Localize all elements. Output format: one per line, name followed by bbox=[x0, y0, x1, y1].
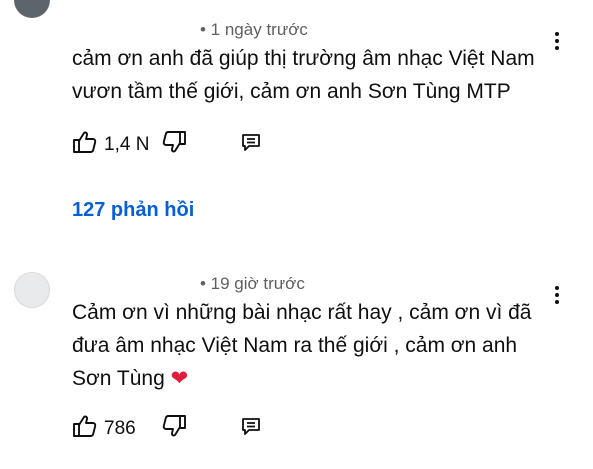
dislike-button[interactable] bbox=[161, 414, 187, 443]
reply-icon bbox=[242, 418, 260, 435]
thumbs-down-icon bbox=[162, 131, 186, 153]
comment-text-body: Cảm ơn vì những bài nhạc rất hay , cảm ơ… bbox=[72, 301, 532, 390]
thumbs-up-icon bbox=[73, 131, 97, 153]
more-vertical-icon bbox=[555, 32, 559, 36]
comment-actions: 786 bbox=[72, 414, 292, 444]
like-button[interactable] bbox=[72, 414, 98, 443]
comment-timestamp: • 1 ngày trước bbox=[200, 20, 308, 39]
comment-timestamp: • 19 giờ trước bbox=[200, 274, 305, 293]
dislike-button[interactable] bbox=[161, 130, 187, 159]
thumbs-down-icon bbox=[162, 415, 186, 437]
like-button[interactable] bbox=[72, 130, 98, 159]
reply-button[interactable] bbox=[240, 416, 262, 443]
comment-text: cảm ơn anh đã giúp thị trường âm nhạc Vi… bbox=[72, 47, 535, 103]
like-count: 786 bbox=[104, 418, 136, 439]
like-count: 1,4 N bbox=[104, 134, 150, 155]
thumbs-up-icon bbox=[73, 415, 97, 437]
reply-icon bbox=[242, 134, 260, 151]
more-vertical-icon bbox=[555, 286, 559, 290]
comment-actions: 1,4 N bbox=[72, 130, 292, 160]
avatar[interactable] bbox=[14, 272, 50, 308]
heart-emoji: ❤ bbox=[170, 367, 189, 390]
comment-text: Cảm ơn vì những bài nhạc rất hay , cảm ơ… bbox=[72, 296, 552, 395]
avatar[interactable] bbox=[14, 0, 50, 18]
reply-button[interactable] bbox=[240, 132, 262, 159]
view-replies-button[interactable]: 127 phản hồi bbox=[72, 199, 194, 222]
